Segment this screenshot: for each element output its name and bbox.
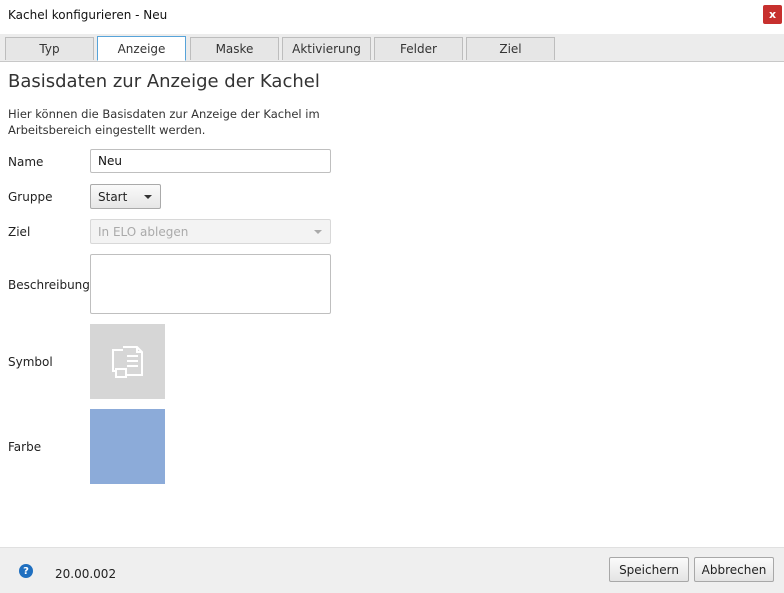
group-dropdown-value: Start (98, 189, 128, 204)
footer-bar: ? 20.00.002 Speichern Abbrechen (0, 547, 784, 593)
page-title: Basisdaten zur Anzeige der Kachel (8, 71, 320, 92)
help-icon[interactable]: ? (19, 564, 33, 578)
tab-aktivierung[interactable]: Aktivierung (282, 37, 371, 60)
tab-typ[interactable]: Typ (5, 37, 94, 60)
name-input[interactable]: Neu (90, 149, 331, 173)
symbol-picker[interactable] (90, 324, 165, 399)
target-label: Ziel (8, 225, 31, 239)
documents-icon (111, 345, 143, 378)
tab-bar: Typ Anzeige Maske Aktivierung Felder Zie… (0, 34, 784, 62)
close-button[interactable]: x (763, 5, 782, 24)
chevron-down-icon (144, 195, 152, 199)
tab-felder[interactable]: Felder (374, 37, 463, 60)
color-label: Farbe (8, 440, 42, 454)
cancel-button[interactable]: Abbrechen (694, 557, 774, 582)
tab-ziel[interactable]: Ziel (466, 37, 555, 60)
description-label: Beschreibung (8, 278, 90, 292)
color-swatch[interactable] (90, 409, 165, 484)
description-textarea[interactable] (90, 254, 331, 314)
page-description: Hier können die Basisdaten zur Anzeige d… (8, 107, 320, 137)
group-label: Gruppe (8, 190, 53, 204)
version-label: 20.00.002 (55, 567, 117, 581)
group-dropdown[interactable]: Start (90, 184, 161, 209)
title-bar: Kachel konfigurieren - Neu x (0, 0, 784, 30)
symbol-label: Symbol (8, 355, 53, 369)
save-button[interactable]: Speichern (609, 557, 689, 582)
window-title: Kachel konfigurieren - Neu (8, 8, 168, 22)
chevron-down-icon (314, 230, 322, 234)
name-label: Name (8, 155, 44, 169)
tab-maske[interactable]: Maske (190, 37, 279, 60)
target-dropdown: In ELO ablegen (90, 219, 331, 244)
target-dropdown-value: In ELO ablegen (98, 224, 189, 239)
tab-anzeige[interactable]: Anzeige (97, 36, 186, 61)
